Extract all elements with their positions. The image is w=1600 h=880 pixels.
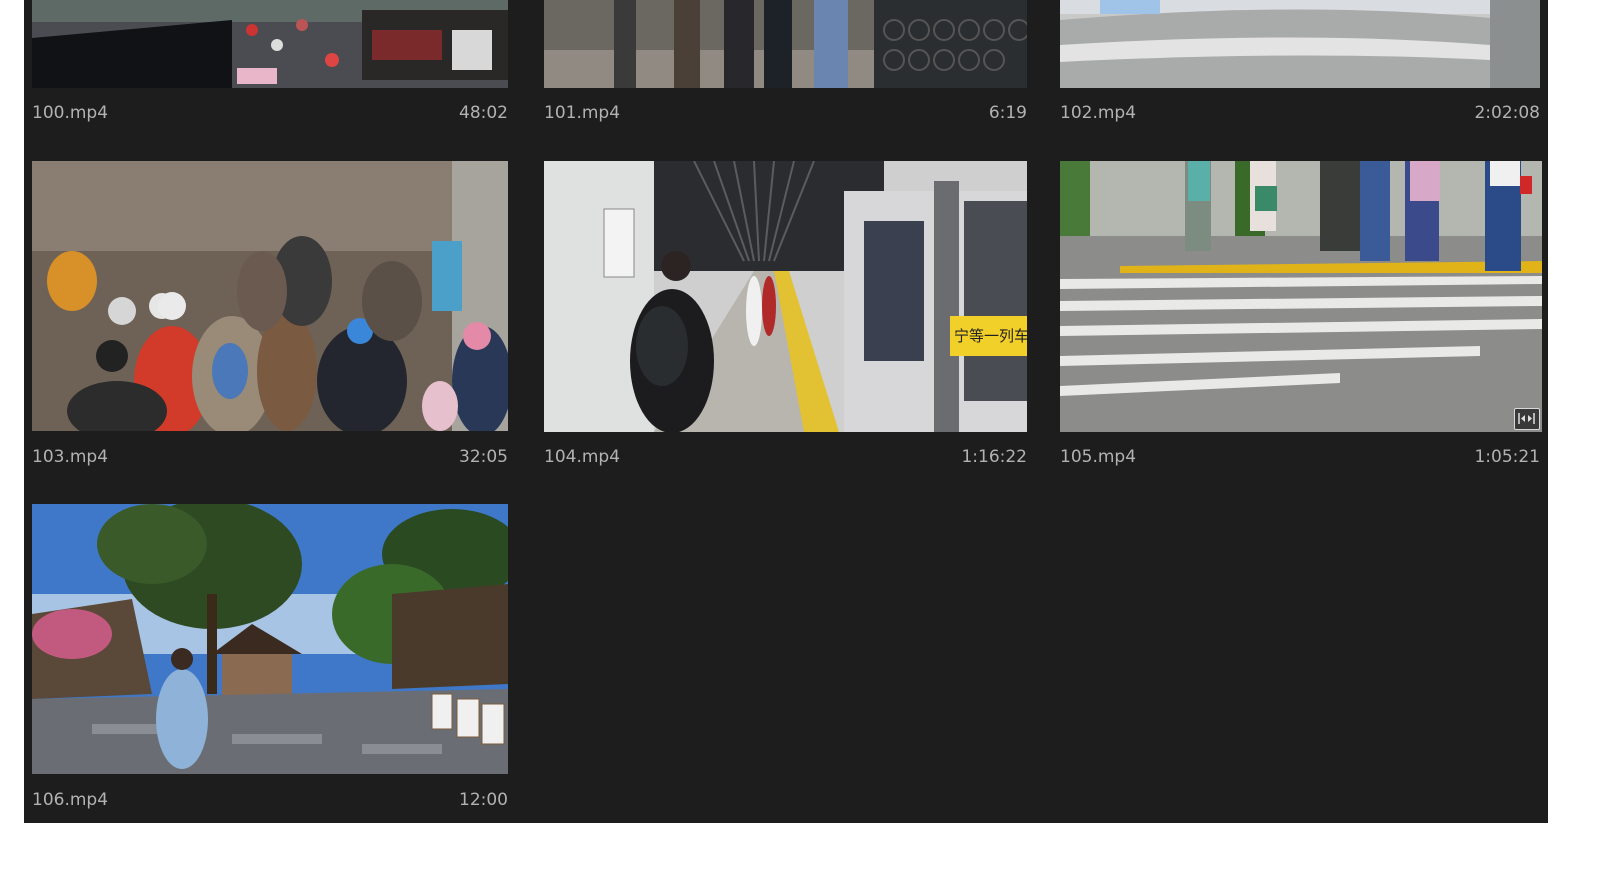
clip-card-100[interactable]: 100.mp4 48:02 bbox=[32, 0, 508, 130]
clip-thumbnail[interactable] bbox=[32, 0, 508, 88]
clip-duration: 1:16:22 bbox=[961, 447, 1027, 467]
clip-thumbnail[interactable]: 宁等一列车 不 bbox=[544, 161, 1027, 432]
clip-card-101[interactable]: 101.mp4 6:19 bbox=[544, 0, 1027, 130]
clip-duration: 48:02 bbox=[459, 103, 508, 123]
clip-filename: 106.mp4 bbox=[32, 790, 109, 810]
clip-filename: 101.mp4 bbox=[544, 103, 621, 123]
clip-card-103[interactable]: 103.mp4 32:05 bbox=[32, 161, 508, 471]
clip-card-104[interactable]: 宁等一列车 不 104.mp4 1:16:22 bbox=[544, 161, 1027, 471]
fit-to-frame-icon[interactable] bbox=[1514, 408, 1540, 430]
clip-meta: 105.mp4 1:05:21 bbox=[1060, 447, 1540, 471]
clip-thumbnail[interactable] bbox=[1060, 0, 1540, 88]
clip-card-102[interactable]: 102.mp4 2:02:08 bbox=[1060, 0, 1540, 130]
clip-filename: 102.mp4 bbox=[1060, 103, 1137, 123]
clip-card-106[interactable]: 106.mp4 12:00 bbox=[32, 504, 508, 814]
clip-duration: 6:19 bbox=[988, 103, 1027, 123]
clip-duration: 12:00 bbox=[459, 790, 508, 810]
clip-thumbnail[interactable] bbox=[32, 161, 508, 431]
clip-thumbnail[interactable] bbox=[544, 0, 1027, 88]
clip-meta: 104.mp4 1:16:22 bbox=[544, 447, 1027, 471]
clip-meta: 100.mp4 48:02 bbox=[32, 103, 508, 127]
clip-filename: 105.mp4 bbox=[1060, 447, 1137, 467]
clip-thumbnail[interactable] bbox=[32, 504, 508, 774]
clip-card-105[interactable]: 105.mp4 1:05:21 bbox=[1060, 161, 1542, 471]
clip-filename: 103.mp4 bbox=[32, 447, 109, 467]
clip-duration: 32:05 bbox=[459, 447, 508, 467]
clip-meta: 101.mp4 6:19 bbox=[544, 103, 1027, 127]
clip-meta: 102.mp4 2:02:08 bbox=[1060, 103, 1540, 127]
clip-filename: 104.mp4 bbox=[544, 447, 621, 467]
clip-meta: 106.mp4 12:00 bbox=[32, 790, 508, 814]
media-browser-grid: 100.mp4 48:02 101.mp4 6:19 102.mp4 2:02:… bbox=[24, 0, 1548, 823]
clip-duration: 2:02:08 bbox=[1474, 103, 1540, 123]
clip-thumbnail[interactable] bbox=[1060, 161, 1542, 432]
clip-filename: 100.mp4 bbox=[32, 103, 109, 123]
clip-duration: 1:05:21 bbox=[1474, 447, 1540, 467]
platform-sign-text: 宁等一列车 不 bbox=[954, 327, 1027, 345]
clip-meta: 103.mp4 32:05 bbox=[32, 447, 508, 471]
